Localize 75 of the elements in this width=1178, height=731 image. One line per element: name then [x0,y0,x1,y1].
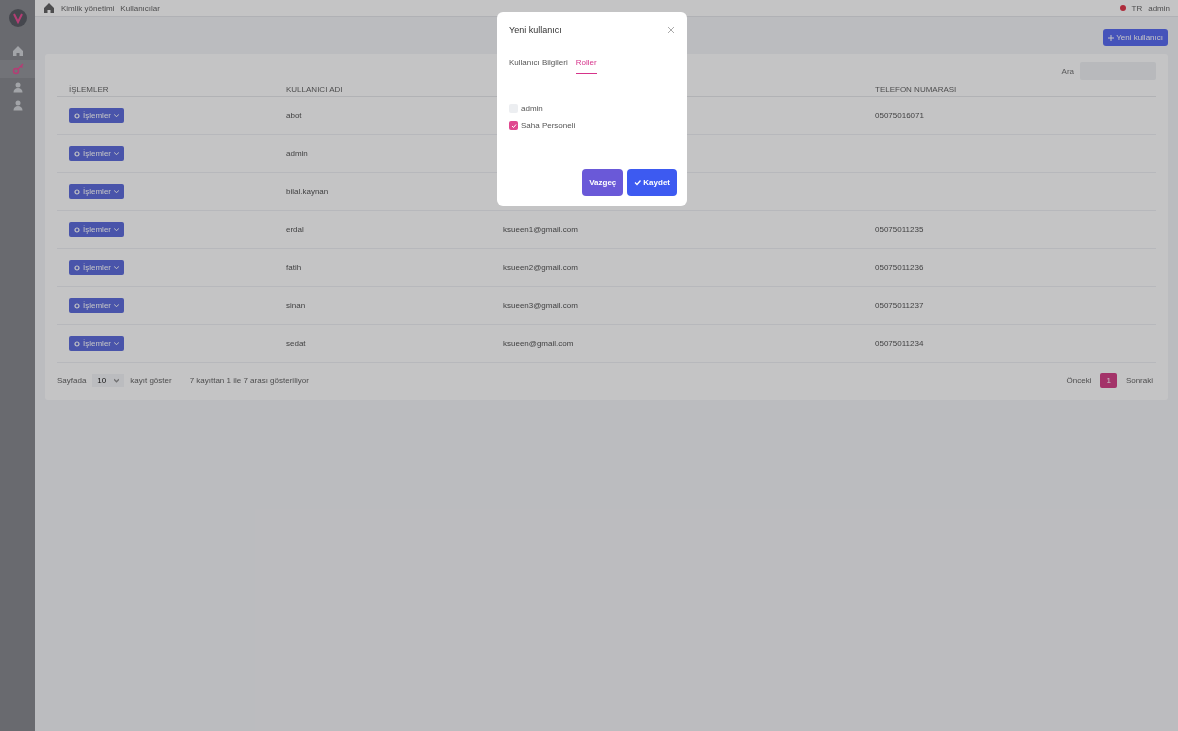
caret-icon [114,151,119,156]
gear-icon [74,226,80,233]
phone-cell: 05075016071 [875,111,924,120]
username-cell: sedat [286,339,306,348]
email-cell: ksueen@gmail.com [503,339,574,348]
gear-icon [74,150,80,157]
dialog-title: Yeni kullanıcı [509,25,562,35]
save-button[interactable]: Kaydet [627,169,677,196]
username-cell: abot [286,111,302,120]
close-button[interactable] [665,24,677,36]
user-icon[interactable] [11,99,24,111]
caret-icon [114,113,119,118]
column-header: KULLANICI ADI [286,84,343,94]
next-button[interactable]: Sonraki [1122,373,1156,388]
role-label: admin [521,104,543,113]
caret-icon [114,265,119,270]
caret-icon [114,189,119,194]
home-icon[interactable] [43,2,55,14]
language-label[interactable]: TR [1131,3,1143,13]
gear-icon [74,188,80,195]
search-label: Ara [1061,66,1074,76]
gear-icon [74,302,80,309]
plus-icon [1108,34,1115,41]
column-header: TELEFON NUMARASI [875,84,957,94]
email-cell: ksueen1@gmail.com [503,225,578,234]
actions-button[interactable]: İşlemler [69,222,124,237]
check-icon [634,179,642,186]
username-cell: erdal [286,225,304,234]
column-header: İŞLEMLER [69,84,109,94]
home-icon[interactable] [11,45,24,57]
logo-icon [7,8,28,28]
actions-button[interactable]: İşlemler [69,336,124,351]
username-cell: fatih [286,263,302,272]
user-icon[interactable] [11,81,24,93]
page-size-select[interactable]: 10 [92,374,125,387]
flag-icon [1119,5,1126,11]
role-label: Saha Personeli [521,121,576,130]
caret-icon [114,341,119,346]
new-user-button[interactable]: Yeni kullanıcı [1103,29,1168,46]
tab[interactable]: Kullanıcı Bilgileri [509,58,568,74]
email-cell: ksueen2@gmail.com [503,263,578,272]
gear-icon [74,112,80,119]
actions-button[interactable]: İşlemler [69,260,124,275]
actions-button[interactable]: İşlemler [69,298,124,313]
previous-button[interactable]: Önceki [1063,373,1095,388]
gear-icon [74,264,80,271]
user-name[interactable]: admin [1148,3,1170,13]
check-icon [510,122,517,129]
phone-cell: 05075011234 [875,339,924,348]
actions-button[interactable]: İşlemler [69,146,124,161]
page-size-suffix: kayıt göster [130,376,172,385]
breadcrumb-link[interactable]: Kimlik yönetimi [61,3,115,13]
username-cell: bilal.kaynan [286,187,329,196]
checkbox[interactable] [509,121,518,130]
phone-cell: 05075011236 [875,263,924,272]
tab[interactable]: Roller [575,58,597,74]
close-icon [667,26,675,34]
username-cell: admin [286,149,308,158]
phone-cell: 05075011235 [875,225,924,234]
phone-cell: 05075011237 [875,301,924,310]
page-size-label: Sayfada [57,376,87,385]
gear-icon [74,340,80,347]
email-cell: ksueen3@gmail.com [503,301,578,310]
cancel-button[interactable]: Vazgeç [582,169,624,196]
caret-icon [114,303,119,308]
records-info: 7 kayıttan 1 ile 7 arası gösteriliyor [189,376,309,385]
actions-button[interactable]: İşlemler [69,184,124,199]
key-icon[interactable] [11,63,24,75]
page-button[interactable]: 1 [1100,373,1117,388]
actions-button[interactable]: İşlemler [69,108,124,123]
username-cell: sinan [286,301,306,310]
caret-icon [114,227,119,232]
breadcrumb-link[interactable]: Kullanıcılar [120,3,160,13]
sidebar-item[interactable] [0,60,35,78]
caret-icon [114,378,120,383]
